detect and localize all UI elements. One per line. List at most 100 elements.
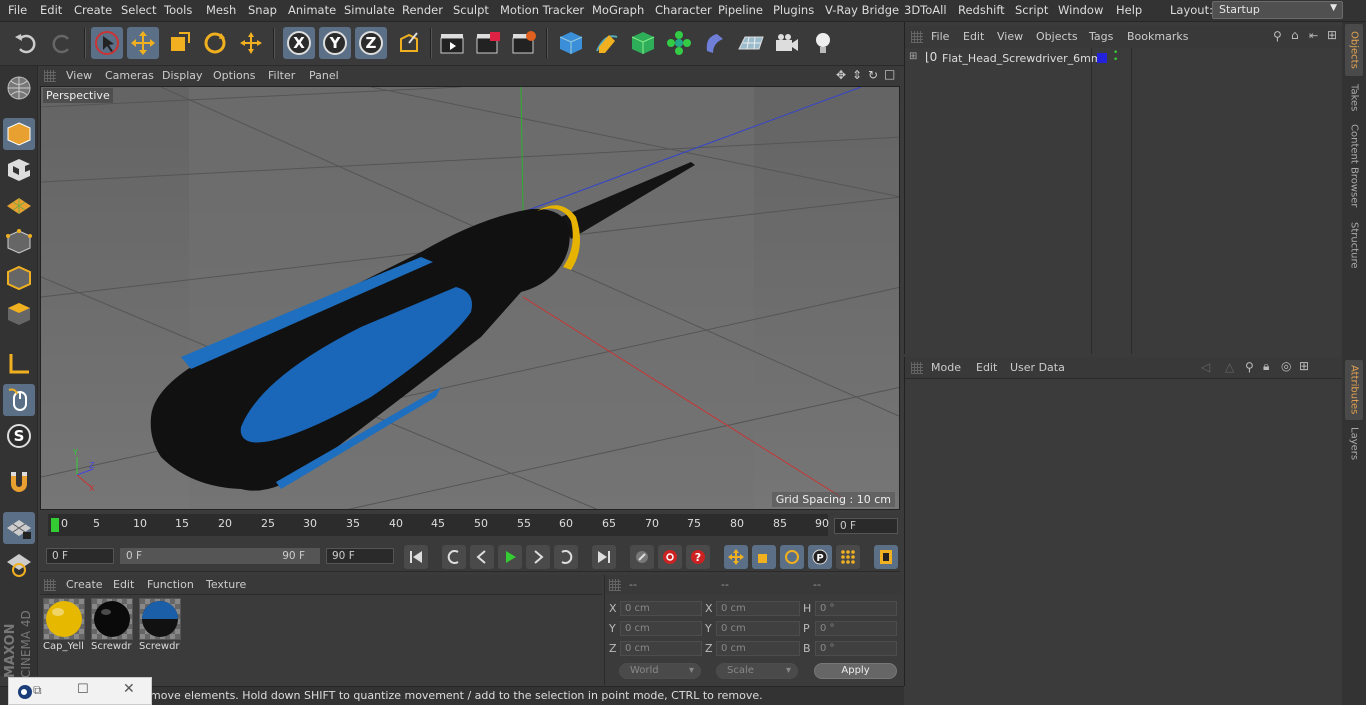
menu-vray-bridge[interactable]: V-Ray Bridge: [825, 3, 899, 17]
points-mode-button[interactable]: [3, 226, 35, 258]
object-menu-tags[interactable]: Tags: [1089, 30, 1113, 43]
go-to-start-button[interactable]: [404, 545, 428, 569]
tab-layers[interactable]: Layers: [1345, 424, 1363, 464]
viewport-move-icon[interactable]: ✥: [836, 68, 846, 82]
close-icon[interactable]: ✕: [123, 681, 135, 697]
viewport-menu-panel[interactable]: Panel: [309, 69, 339, 82]
key-position-button[interactable]: [724, 545, 748, 569]
planar-workplane-button[interactable]: [3, 548, 35, 580]
key-parameter-button[interactable]: P: [808, 545, 832, 569]
lock-icon[interactable]: 🔒︎: [1263, 359, 1269, 374]
object-row-screwdriver[interactable]: ⊞ ⌊0 Flat_Head_Screwdriver_6mm • •: [907, 49, 1341, 68]
cloner-button[interactable]: [663, 27, 695, 59]
object-menu-bookmarks[interactable]: Bookmarks: [1127, 30, 1188, 43]
search-icon[interactable]: ⚲: [1273, 29, 1282, 43]
material-menu-create[interactable]: Create: [66, 578, 103, 591]
attribute-menu-user-data[interactable]: User Data: [1010, 361, 1065, 374]
transform-tool-button[interactable]: [235, 27, 267, 59]
rotate-tool-button[interactable]: [199, 27, 231, 59]
viewport-menu-display[interactable]: Display: [162, 69, 203, 82]
scale-tool-button[interactable]: [163, 27, 195, 59]
texture-mode-button[interactable]: [3, 154, 35, 186]
size-y-field[interactable]: 0 cm: [716, 621, 800, 636]
menu-mograph[interactable]: MoGraph: [592, 3, 644, 17]
menu-select[interactable]: Select: [121, 3, 156, 17]
floor-button[interactable]: [735, 27, 767, 59]
undo-button[interactable]: [10, 27, 42, 59]
menu-create[interactable]: Create: [74, 3, 112, 17]
object-menu-file[interactable]: File: [931, 30, 949, 43]
snap-button[interactable]: [3, 466, 35, 498]
menu-render[interactable]: Render: [402, 3, 443, 17]
back-arrow-icon[interactable]: ◁: [1201, 360, 1210, 374]
tab-structure[interactable]: Structure: [1345, 218, 1363, 272]
size-z-field[interactable]: 0 cm: [716, 641, 800, 656]
back-icon[interactable]: ⇤: [1309, 29, 1318, 42]
previous-frame-button[interactable]: [470, 545, 494, 569]
key-rotation-button[interactable]: [780, 545, 804, 569]
coordinate-space-select[interactable]: World ▾: [619, 663, 701, 679]
cube-primitive-button[interactable]: [555, 27, 587, 59]
viewport-menu-filter[interactable]: Filter: [268, 69, 295, 82]
menu-window[interactable]: Window: [1058, 3, 1103, 17]
viewport-dolly-icon[interactable]: ⇕: [852, 68, 862, 82]
size-mode-select[interactable]: Scale ▾: [716, 663, 798, 679]
record-keys-button[interactable]: [630, 545, 654, 569]
viewport-maximize-icon[interactable]: □: [884, 67, 895, 81]
size-x-field[interactable]: 0 cm: [716, 601, 800, 616]
attribute-menu-edit[interactable]: Edit: [976, 361, 997, 374]
pos-z-field[interactable]: 0 cm: [620, 641, 702, 656]
frame-range-slider[interactable]: 0 F 90 F: [120, 548, 320, 564]
menu-tools[interactable]: Tools: [164, 3, 192, 17]
tab-objects[interactable]: Objects: [1345, 24, 1363, 76]
model-mode-button[interactable]: [3, 118, 35, 150]
go-to-end-button[interactable]: [592, 545, 616, 569]
render-to-picture-viewer-button[interactable]: [472, 27, 504, 59]
render-settings-button[interactable]: [508, 27, 540, 59]
locked-workplane-button[interactable]: [3, 512, 35, 544]
settings-icon[interactable]: ◎: [1281, 359, 1291, 373]
material-swatch-screwdriver-blue[interactable]: Screwdr: [139, 598, 183, 656]
object-menu-edit[interactable]: Edit: [963, 30, 984, 43]
material-menu-edit[interactable]: Edit: [113, 578, 134, 591]
object-menu-objects[interactable]: Objects: [1036, 30, 1078, 43]
workplane-button[interactable]: [3, 190, 35, 222]
material-swatch-screwdriver-black[interactable]: Screwdr: [91, 598, 135, 656]
viewport-3d[interactable]: Y Z X Perspective Grid Spacing : 10 cm: [40, 86, 900, 510]
home-icon[interactable]: ⌂: [1291, 28, 1299, 42]
menu-edit[interactable]: Edit: [40, 3, 62, 17]
edges-mode-button[interactable]: [3, 262, 35, 294]
subdivision-button[interactable]: [627, 27, 659, 59]
tab-takes[interactable]: Takes: [1345, 80, 1363, 116]
cinema4d-app-icon[interactable]: [17, 684, 33, 700]
menu-snap[interactable]: Snap: [248, 3, 277, 17]
menu-motion-tracker[interactable]: Motion Tracker: [500, 3, 584, 17]
viewport-rotate-icon[interactable]: ↻: [868, 68, 878, 82]
camera-button[interactable]: [771, 27, 803, 59]
visibility-dots-icon[interactable]: • •: [1113, 49, 1118, 65]
menu-redshift[interactable]: Redshift: [958, 3, 1005, 17]
render-view-button[interactable]: [436, 27, 468, 59]
pos-x-field[interactable]: 0 cm: [620, 601, 702, 616]
menu-help[interactable]: Help: [1116, 3, 1142, 17]
viewport-menu-view[interactable]: View: [66, 69, 92, 82]
viewport-menu-cameras[interactable]: Cameras: [105, 69, 154, 82]
light-button[interactable]: [807, 27, 839, 59]
tab-content-browser[interactable]: Content Browser: [1345, 120, 1363, 212]
start-frame-field[interactable]: 0 F: [46, 548, 114, 564]
rot-b-field[interactable]: 0 °: [815, 641, 897, 656]
play-button[interactable]: [498, 545, 522, 569]
z-axis-button[interactable]: Z: [355, 27, 387, 59]
y-axis-button[interactable]: Y: [319, 27, 351, 59]
polygons-mode-button[interactable]: [3, 298, 35, 330]
new-panel-icon[interactable]: ⊞: [1299, 359, 1309, 373]
coordinate-system-button[interactable]: [393, 27, 425, 59]
expand-plus-icon[interactable]: ⊞: [909, 51, 917, 62]
rot-p-field[interactable]: 0 °: [815, 621, 897, 636]
menu-plugins[interactable]: Plugins: [773, 3, 814, 17]
next-frame-button[interactable]: [526, 545, 550, 569]
menu-simulate[interactable]: Simulate: [344, 3, 395, 17]
solo-button[interactable]: S: [3, 420, 35, 452]
next-key-button[interactable]: [554, 545, 578, 569]
current-frame-field[interactable]: 0 F: [834, 518, 898, 534]
